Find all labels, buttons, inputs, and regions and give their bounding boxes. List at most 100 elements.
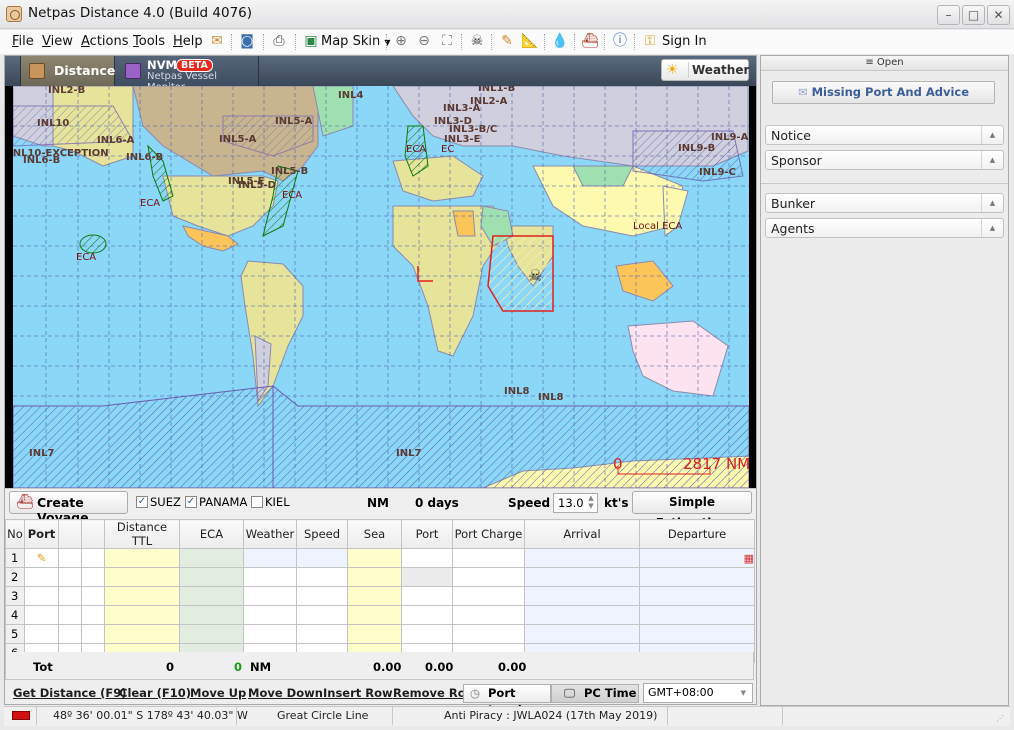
cell-departure[interactable] xyxy=(639,567,755,587)
cell-port-charge[interactable] xyxy=(452,605,525,625)
resize-grip-icon[interactable]: ⋰ xyxy=(996,714,1004,723)
clear-link[interactable]: Clear (F10) xyxy=(119,686,191,700)
col-port-days[interactable]: Port xyxy=(401,519,453,549)
tab-distance[interactable]: Distance xyxy=(20,56,115,86)
cell-arrival[interactable] xyxy=(524,548,640,568)
speed-stepper[interactable]: ▲ ▼ xyxy=(586,494,596,512)
cell[interactable] xyxy=(81,548,105,568)
cell-port[interactable] xyxy=(401,586,453,606)
cell[interactable] xyxy=(24,605,59,625)
cell-weather[interactable] xyxy=(243,605,297,625)
cell[interactable] xyxy=(24,567,59,587)
cell-port-charge[interactable] xyxy=(452,586,525,606)
cell-eca[interactable] xyxy=(179,567,244,587)
cell-weather[interactable] xyxy=(243,567,297,587)
col-blank-1[interactable] xyxy=(58,519,82,549)
cell[interactable] xyxy=(24,624,59,644)
cell-eca[interactable] xyxy=(179,624,244,644)
cell-sea[interactable] xyxy=(347,586,402,606)
col-arrival[interactable]: Arrival xyxy=(524,519,640,549)
move-up-link[interactable]: Move Up xyxy=(190,686,246,700)
col-no[interactable]: No xyxy=(5,519,25,549)
cell-weather[interactable] xyxy=(243,624,297,644)
open-toggle[interactable]: ≡ Open xyxy=(761,56,1008,71)
missing-port-button[interactable]: ✉ Missing Port And Advice xyxy=(772,81,995,104)
suez-checkbox[interactable]: ✓ xyxy=(136,496,148,508)
cell-arrival[interactable] xyxy=(524,567,640,587)
cell-distance[interactable] xyxy=(104,624,180,644)
col-sea[interactable]: Sea xyxy=(347,519,402,549)
cell-eca[interactable] xyxy=(179,586,244,606)
key-icon[interactable]: ⚿ xyxy=(641,32,659,50)
cell-port[interactable] xyxy=(401,624,453,644)
cell[interactable] xyxy=(58,567,82,587)
simple-estimation-button[interactable]: Simple Estimation xyxy=(632,491,752,530)
collapse-arrow-icon[interactable]: ▲ xyxy=(981,151,1003,169)
section-notice[interactable]: Notice ▲ xyxy=(765,125,1004,145)
minimize-button[interactable]: – xyxy=(937,5,960,25)
menu-file[interactable]: File xyxy=(12,34,34,49)
col-port-charge[interactable]: Port Charge xyxy=(452,519,525,549)
collapse-arrow-icon[interactable]: ▲ xyxy=(981,126,1003,144)
tab-nvm[interactable]: NVM BETA Netpas Vessel Monitor xyxy=(115,56,259,93)
cell-port[interactable] xyxy=(401,605,453,625)
zoom-in-icon[interactable]: ⊕ xyxy=(392,32,410,50)
cell-eca[interactable] xyxy=(179,605,244,625)
get-distance-link[interactable]: Get Distance (F9) xyxy=(13,686,127,700)
camera-icon[interactable]: ◙ xyxy=(238,32,256,50)
drop-icon[interactable]: 💧 xyxy=(551,32,569,50)
world-map[interactable]: ☠ INL2-B INL4 INL1-B INL2-A INL3-A INL3-… xyxy=(5,86,756,488)
map-skin-icon[interactable]: ▣ xyxy=(302,32,320,50)
cell-arrival[interactable] xyxy=(524,605,640,625)
cell[interactable] xyxy=(81,586,105,606)
col-departure[interactable]: Departure xyxy=(639,519,755,549)
menu-actions[interactable]: Actions xyxy=(81,34,129,49)
cell-distance[interactable] xyxy=(104,586,180,606)
close-button[interactable]: ✕ xyxy=(987,5,1010,25)
col-blank-2[interactable] xyxy=(81,519,105,549)
timezone-select[interactable]: GMT+08:00 ▼ xyxy=(643,683,753,703)
col-port[interactable]: Port xyxy=(24,519,59,549)
cell-distance[interactable] xyxy=(104,548,180,568)
cell-distance[interactable] xyxy=(104,567,180,587)
port-local-button[interactable]: ◷ Port Local xyxy=(463,684,551,717)
mail-icon[interactable]: ✉ xyxy=(208,32,226,50)
weather-button[interactable]: ☀ Weather xyxy=(661,59,749,81)
cell[interactable] xyxy=(58,586,82,606)
cell[interactable] xyxy=(58,624,82,644)
cell-arrival[interactable] xyxy=(524,624,640,644)
cell-speed[interactable] xyxy=(296,567,348,587)
cell[interactable] xyxy=(81,624,105,644)
col-speed[interactable]: Speed xyxy=(296,519,348,549)
move-down-link[interactable]: Move Down xyxy=(248,686,323,700)
create-voyage-button[interactable]: ⛴ Create Voyage xyxy=(9,491,128,525)
cell-distance[interactable] xyxy=(104,605,180,625)
piracy-icon[interactable]: ☠ xyxy=(468,32,486,50)
map-canvas[interactable]: ☠ INL2-B INL4 INL1-B INL2-A INL3-A INL3-… xyxy=(13,86,749,488)
remove-row-link[interactable]: Remove Row xyxy=(393,686,463,700)
cell-weather[interactable] xyxy=(243,548,297,568)
cell-sea[interactable] xyxy=(347,605,402,625)
map-skin-dropdown[interactable]: Map Skin ▼ xyxy=(321,34,391,49)
cell[interactable] xyxy=(24,586,59,606)
table-row[interactable]: 5 xyxy=(5,624,755,644)
ship-icon[interactable]: ⛴ xyxy=(581,32,599,50)
print-icon[interactable]: ⎙ xyxy=(270,32,288,50)
pc-time-button[interactable]: 🖵 PC Time xyxy=(551,684,639,703)
cell-sea[interactable] xyxy=(347,567,402,587)
cell-departure[interactable] xyxy=(639,605,755,625)
col-eca[interactable]: ECA xyxy=(179,519,244,549)
fit-map-icon[interactable]: ⛶ xyxy=(438,32,456,50)
collapse-arrow-icon[interactable]: ▲ xyxy=(981,219,1003,237)
cell-speed[interactable] xyxy=(296,624,348,644)
col-weather[interactable]: Weather xyxy=(243,519,297,549)
ruler-icon[interactable]: 📐 xyxy=(521,32,539,50)
cell-sea[interactable] xyxy=(347,548,402,568)
calendar-icon[interactable]: ▦ xyxy=(639,548,755,568)
maximize-button[interactable]: □ xyxy=(962,5,985,25)
cell-sea[interactable] xyxy=(347,624,402,644)
edit-pencil-icon[interactable]: ✎ xyxy=(24,548,59,568)
table-row[interactable]: 3 xyxy=(5,586,755,606)
cell-port[interactable] xyxy=(401,567,453,587)
menu-help[interactable]: Help xyxy=(173,34,203,49)
